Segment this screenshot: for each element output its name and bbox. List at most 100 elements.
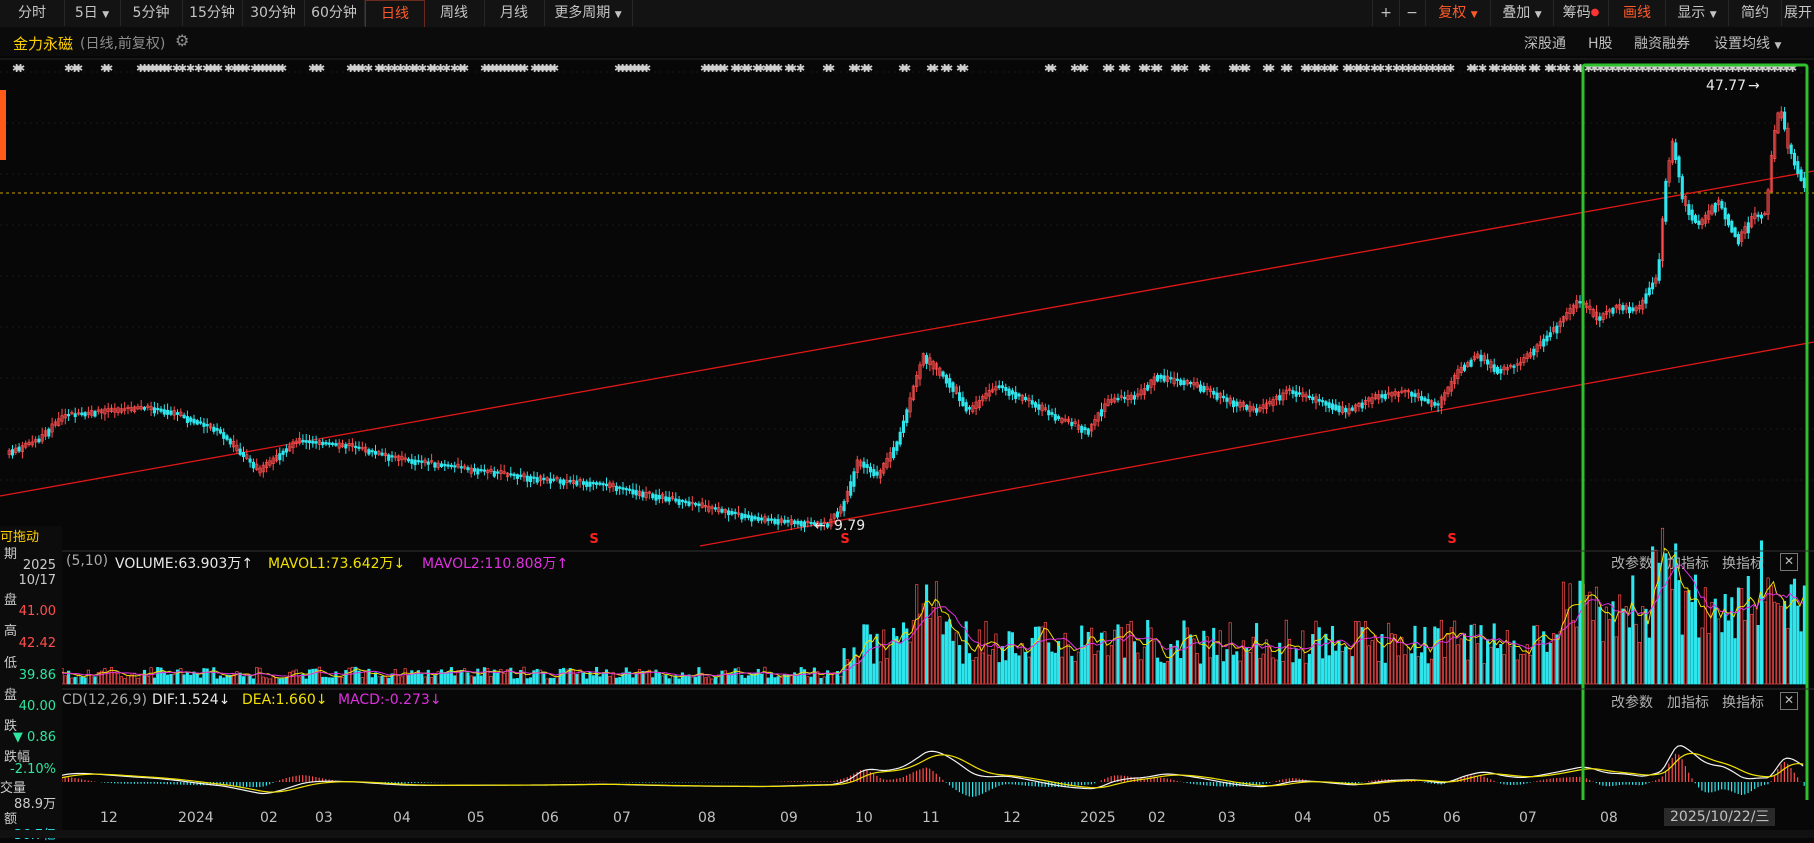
candle-body: [1647, 287, 1651, 296]
candle-body: [1479, 354, 1483, 362]
candle-body: [1086, 428, 1090, 435]
candle-body: [1350, 407, 1354, 411]
volume-bar: [809, 676, 813, 685]
volume-bar: [360, 677, 364, 685]
candle-body: [1492, 364, 1496, 372]
candle-body: [1169, 377, 1173, 380]
volume-bar: [119, 676, 123, 685]
volume-bar: [1403, 654, 1407, 685]
candle-body: [1245, 404, 1249, 410]
candle-body: [750, 515, 754, 522]
volume-bar: [1340, 650, 1344, 685]
news-markers: ✱✱ ✱✱✱ ✱✱ ✱✱✱✱✱✱✱✱✱✱✱✱✱✱✱✱ ✱✱✱✱✱✱✱✱✱✱✱✱✱ ✱✱✱ ✱…: [12, 62, 1797, 75]
close-icon[interactable]: ✕: [1780, 553, 1798, 571]
candle-body: [1542, 338, 1546, 347]
volume-bar: [373, 672, 378, 685]
high-label: 高: [4, 624, 18, 639]
news-star-icon: ✱: [74, 62, 83, 75]
candle-body: [1294, 391, 1298, 397]
volume-bar: [760, 673, 764, 685]
info-year: 2025: [22, 558, 56, 573]
candle-body: [1215, 392, 1219, 400]
volume-bar: [1297, 658, 1302, 685]
macd-switch-indicator[interactable]: 换指标: [1722, 692, 1764, 712]
candle-body: [548, 478, 552, 484]
volume-bar: [915, 584, 919, 685]
candle-body: [1291, 390, 1295, 394]
kline-chart[interactable]: ✱✱ ✱✱✱ ✱✱ ✱✱✱✱✱✱✱✱✱✱✱✱✱✱✱✱ ✱✱✱✱✱✱✱✱✱✱✱✱✱ ✱✱✱ ✱…: [0, 0, 1814, 800]
macd-indicator-name[interactable]: CD(12,26,9): [62, 692, 147, 708]
volume-bar: [1621, 608, 1625, 685]
x-axis-label: 05: [1373, 810, 1391, 826]
candle-body: [1436, 403, 1440, 406]
candle-body: [1462, 364, 1467, 371]
candle-body: [631, 489, 635, 495]
volume-bar: [895, 636, 899, 685]
candle-body: [205, 424, 209, 427]
candle-body: [1423, 397, 1427, 402]
volume-bar: [1489, 646, 1493, 685]
volume-bar: [403, 668, 407, 685]
candle-body: [446, 464, 450, 467]
news-star-icon: ✱: [214, 62, 223, 75]
volume-bar: [1132, 641, 1137, 685]
candle-body: [1420, 396, 1424, 401]
volume-switch-indicator[interactable]: 换指标: [1722, 553, 1764, 573]
volume-bar: [888, 642, 892, 685]
volume-bar: [1255, 623, 1259, 685]
candle-body: [1053, 414, 1057, 421]
news-star-icon: ✱: [1518, 62, 1527, 75]
highlight-box: [1581, 63, 1809, 800]
volume-bar: [1618, 594, 1622, 685]
volume-bar: [364, 670, 368, 685]
volume-bar: [661, 675, 665, 685]
volume-bar: [1192, 638, 1196, 685]
volume-bar: [720, 670, 724, 685]
candle-body: [195, 420, 199, 425]
candle-body: [443, 463, 447, 467]
pct-value: -2.10%: [10, 762, 56, 777]
volume-bar: [489, 675, 493, 685]
volume-bar: [1129, 620, 1133, 685]
volume-bar: [90, 674, 94, 685]
volume-bar: [1604, 606, 1608, 685]
candle-body: [875, 471, 879, 476]
volume-bar: [327, 677, 331, 685]
volume-bar: [1799, 631, 1803, 685]
volume-bar: [1522, 653, 1526, 685]
candle-body: [697, 503, 701, 507]
candle-body: [842, 501, 846, 512]
macd-add-indicator[interactable]: 加指标: [1667, 692, 1709, 712]
close-icon[interactable]: ✕: [1780, 692, 1798, 710]
volume-bar: [796, 675, 800, 685]
volume-bar: [1443, 656, 1447, 685]
candle-body: [169, 410, 173, 415]
volume-bar: [1420, 652, 1424, 685]
mavol1-value-text: MAVOL1:73.642万: [268, 556, 394, 572]
macd-edit-params[interactable]: 改参数: [1611, 692, 1653, 712]
candle-body: [1099, 409, 1104, 417]
volume-bar: [449, 667, 453, 685]
volume-bar: [1792, 578, 1797, 685]
volume-bar: [317, 666, 321, 685]
candle-body: [657, 494, 661, 500]
candle-body: [743, 514, 747, 519]
volume-edit-params[interactable]: 改参数: [1611, 553, 1653, 573]
x-axis-label: 09: [780, 810, 798, 826]
volume-bar: [321, 676, 325, 685]
volume-bar: [872, 663, 876, 685]
volume-bar: [1225, 649, 1229, 685]
volume-bar: [1205, 636, 1209, 685]
volume-bar: [849, 661, 853, 685]
volume-bar: [1307, 653, 1311, 685]
volume-bar: [1499, 644, 1503, 685]
news-star-icon: ✱: [1180, 62, 1189, 75]
volume-bar: [1429, 658, 1434, 685]
news-star-icon: ✱: [796, 62, 805, 75]
volume-bar: [542, 672, 546, 685]
news-star-icon: ✱: [826, 62, 835, 75]
volume-add-indicator[interactable]: 加指标: [1667, 553, 1709, 573]
indicator-tabs-bar[interactable]: [0, 830, 1814, 838]
volume-indicator-name[interactable]: (5,10): [66, 553, 108, 569]
news-star-icon: ✱: [1202, 62, 1211, 75]
